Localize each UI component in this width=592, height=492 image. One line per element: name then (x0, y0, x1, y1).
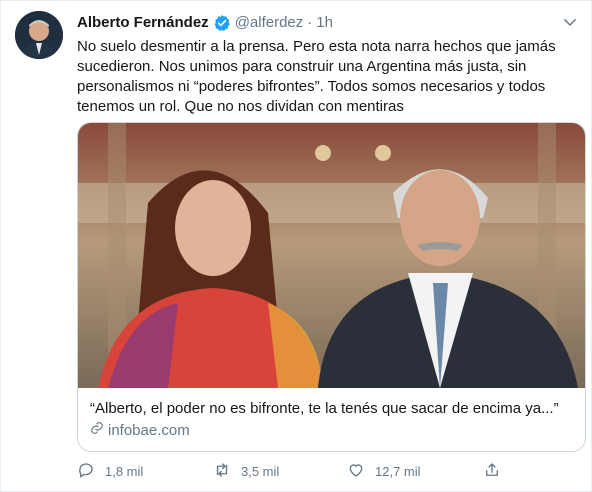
separator-dot: · (307, 14, 313, 31)
link-icon (90, 421, 104, 441)
reply-button[interactable]: 1,8 mil (77, 459, 143, 483)
tweet-time[interactable]: 1h (316, 13, 333, 33)
retweet-button[interactable]: 3,5 mil (213, 459, 279, 483)
share-button[interactable] (483, 459, 501, 483)
retweet-icon (213, 461, 231, 482)
retweet-count: 3,5 mil (241, 463, 280, 479)
card-title[interactable]: “Alberto, el poder no es bifronte, te la… (90, 399, 575, 419)
tweet-actions: 1,8 mil 3,5 mil 12,7 mil (77, 459, 517, 483)
tweet-header: Alberto Fernández @alferdez · 1h (77, 13, 551, 33)
reply-icon (77, 461, 95, 482)
chevron-down-icon[interactable] (561, 13, 579, 31)
author-name[interactable]: Alberto Fernández (77, 13, 209, 33)
avatar[interactable] (15, 11, 63, 59)
reply-count: 1,8 mil (105, 463, 144, 479)
tweet[interactable]: Alberto Fernández @alferdez · 1h No suel… (0, 0, 592, 492)
share-icon (483, 461, 501, 482)
author-handle[interactable]: @alferdez (235, 13, 304, 33)
heart-icon (347, 461, 365, 482)
link-card[interactable]: “Alberto, el poder no es bifronte, te la… (77, 122, 586, 452)
card-image (78, 123, 585, 388)
tweet-text: No suelo desmentir a la prensa. Pero est… (77, 38, 556, 115)
verified-badge-icon (213, 14, 231, 32)
card-domain[interactable]: infobae.com (90, 421, 190, 441)
like-count: 12,7 mil (375, 463, 421, 479)
card-domain-text: infobae.com (108, 422, 190, 439)
like-button[interactable]: 12,7 mil (347, 459, 421, 483)
